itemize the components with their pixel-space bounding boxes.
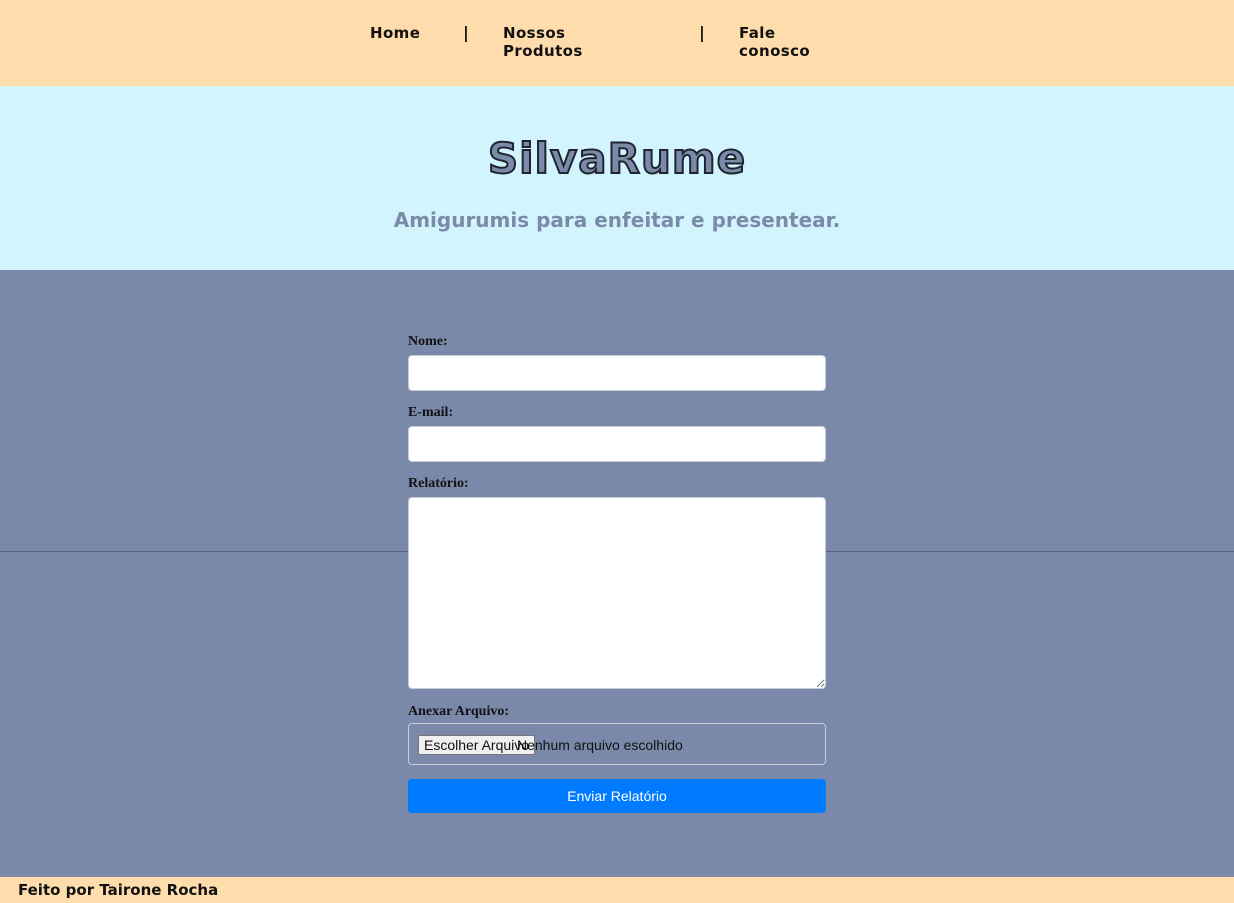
brand-subtitle: Amigurumis para enfeitar e presentear.	[393, 208, 841, 232]
brand-title: SilvaRume	[487, 133, 747, 184]
file-status-text: Nenhum arquivo escolhido	[517, 737, 683, 753]
report-textarea[interactable]	[408, 497, 826, 689]
nav-link-home[interactable]: Home	[370, 24, 420, 42]
footer-author: Feito por Tairone Rocha	[18, 881, 219, 899]
name-label: Nome:	[408, 334, 448, 349]
email-input[interactable]	[408, 426, 826, 462]
report-label: Relatório:	[408, 476, 469, 491]
email-label: E-mail:	[408, 405, 454, 420]
submit-report-button[interactable]: Enviar Relatório	[408, 779, 826, 813]
nav-separator: |	[699, 23, 705, 42]
nav-link-products[interactable]: Nossos Produtos	[503, 24, 613, 60]
attach-file-label: Anexar Arquivo:	[408, 704, 509, 719]
name-input[interactable]	[408, 355, 826, 391]
footer: Feito por Tairone Rocha	[0, 877, 1234, 903]
hero-banner: SilvaRume Amigurumis para enfeitar e pre…	[0, 86, 1234, 270]
contact-form-section: Nome: E-mail: Relatório: Anexar Arquivo:…	[0, 270, 1234, 877]
top-nav: Home | Nossos Produtos | Fale conosco	[0, 0, 1234, 86]
nav-separator: |	[463, 23, 469, 42]
nav-link-contact[interactable]: Fale conosco	[739, 24, 829, 60]
file-input[interactable]: Escolher Arquivo Nenhum arquivo escolhid…	[408, 723, 826, 765]
